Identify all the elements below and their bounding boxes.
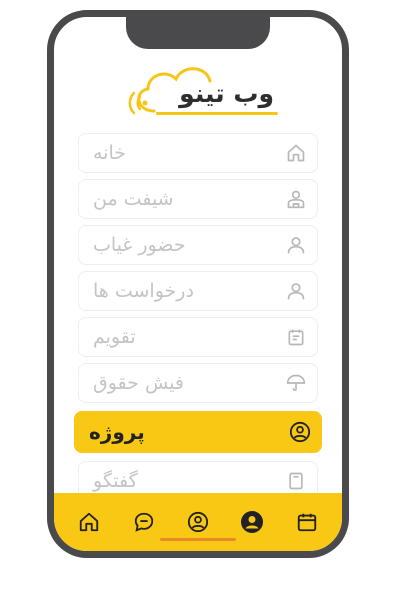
nav-home-button[interactable] xyxy=(74,507,104,537)
phone-frame: وب تینو خانه شیفت من حضور غیاب درخواست ه… xyxy=(47,10,349,558)
menu-item-attendance[interactable]: حضور غیاب xyxy=(78,225,318,265)
profile-icon xyxy=(241,511,264,533)
home-icon xyxy=(285,142,307,164)
menu-item-home[interactable]: خانه xyxy=(78,133,318,173)
nav-user-button[interactable] xyxy=(183,507,213,537)
menu-item-label: شیفت من xyxy=(93,188,174,210)
menu-item-label: پروژه xyxy=(89,420,145,444)
side-menu: خانه شیفت من حضور غیاب درخواست ها تقویم xyxy=(74,133,322,501)
menu-item-label: حضور غیاب xyxy=(93,234,186,256)
menu-item-label: درخواست ها xyxy=(93,280,194,302)
nav-profile-button[interactable] xyxy=(237,507,267,537)
app-logo: وب تینو xyxy=(124,59,284,119)
calendar-icon xyxy=(297,513,316,532)
menu-item-my-shift[interactable]: شیفت من xyxy=(78,179,318,219)
home-indicator[interactable] xyxy=(160,538,236,541)
phone-notch xyxy=(126,17,270,49)
menu-item-label: خانه xyxy=(93,142,127,164)
menu-item-calendar[interactable]: تقویم xyxy=(78,317,318,357)
nav-chat-button[interactable] xyxy=(129,507,159,537)
person-icon xyxy=(285,280,307,302)
menu-item-requests[interactable]: درخواست ها xyxy=(78,271,318,311)
logo-text: وب تینو xyxy=(179,79,274,108)
menu-item-project[interactable]: پروژه xyxy=(74,411,322,453)
user-shift-icon xyxy=(285,188,307,210)
document-icon xyxy=(285,470,307,492)
nav-calendar-button[interactable] xyxy=(292,507,322,537)
menu-item-label: گفتگو xyxy=(93,470,138,492)
chat-bubble-icon xyxy=(134,512,153,532)
user-circle-icon xyxy=(187,511,209,533)
menu-item-payslip[interactable]: فیش حقوق xyxy=(78,363,318,403)
home-icon xyxy=(80,512,99,532)
menu-item-label: تقویم xyxy=(93,326,136,348)
umbrella-icon xyxy=(285,372,307,394)
bottom-navigation xyxy=(54,493,342,551)
person-icon xyxy=(285,234,307,256)
logo-underline xyxy=(156,112,278,115)
menu-item-label: فیش حقوق xyxy=(93,372,184,394)
user-circle-icon xyxy=(289,421,311,443)
calendar-icon xyxy=(285,326,307,348)
